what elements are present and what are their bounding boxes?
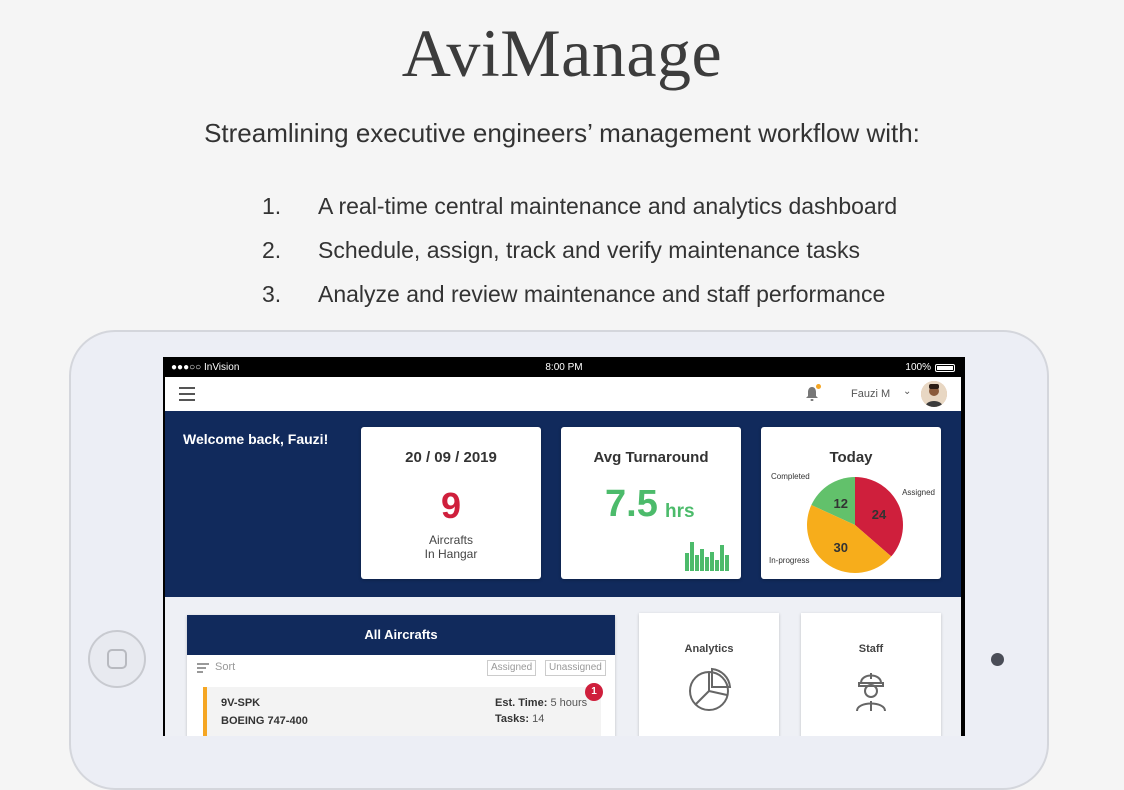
pie-chart-icon: [689, 667, 732, 711]
turnaround-card[interactable]: Avg Turnaround 7.5 hrs: [561, 427, 741, 579]
turnaround-title: Avg Turnaround: [593, 449, 709, 466]
pie-value-label: 12: [833, 496, 847, 511]
sort-row: Sort Assigned Unassigned: [187, 655, 615, 681]
dashboard-lower: All Aircrafts Sort Assigned Unassigned 9…: [165, 597, 961, 736]
est-time: Est. Time: 5 hours: [495, 697, 587, 709]
mini-bar: [725, 555, 729, 571]
filter-unassigned[interactable]: Unassigned: [545, 660, 606, 676]
status-battery-text: 100%: [905, 362, 931, 373]
status-battery-group: 100%: [905, 362, 955, 373]
aircraft-count-label: Aircrafts In Hangar: [361, 533, 541, 561]
feature-list: 1. A real-time central maintenance and a…: [262, 184, 962, 316]
pie-category-label: Assigned: [902, 488, 935, 497]
tablet-camera: [991, 653, 1004, 666]
feature-item: 3. Analyze and review maintenance and st…: [262, 272, 962, 316]
pie-category-label: In-progress: [769, 556, 809, 565]
feature-text: Schedule, assign, track and verify maint…: [318, 236, 861, 263]
task-count: Tasks: 14: [495, 713, 544, 725]
analytics-tile[interactable]: Analytics: [639, 613, 779, 736]
sort-button[interactable]: Sort: [215, 661, 235, 673]
aircraft-registration: 9V-SPK: [221, 697, 261, 709]
est-time-label: Est. Time:: [495, 697, 548, 709]
battery-icon: [935, 363, 955, 372]
hamburger-icon[interactable]: [179, 387, 195, 401]
aircraft-count-label-line2: In Hangar: [424, 547, 478, 561]
aircraft-list-item[interactable]: 9V-SPK BOEING 747-400 Est. Time: 5 hours…: [203, 687, 601, 736]
mini-bar: [690, 542, 694, 571]
status-time: 8:00 PM: [545, 362, 583, 373]
turnaround-unit: hrs: [665, 501, 695, 522]
feature-number: 2.: [262, 236, 282, 263]
aircraft-count-label-line1: Aircrafts: [428, 533, 473, 547]
mini-bar: [715, 560, 719, 571]
mini-bar: [685, 553, 689, 571]
feature-item: 2. Schedule, assign, track and verify ma…: [262, 228, 962, 272]
turnaround-value: 7.5: [605, 483, 658, 525]
staff-tile[interactable]: Staff: [801, 613, 941, 736]
app-bar: Fauzi M ⌄: [165, 377, 961, 411]
today-card[interactable]: Today 12 Completed 24 Assigned 30 In-progress: [761, 427, 941, 579]
mini-bar: [705, 557, 709, 571]
hangar-card[interactable]: 20 / 09 / 2019 9 Aircrafts In Hangar: [361, 427, 541, 579]
today-pie-chart: 12 Completed 24 Assigned 30 In-progress: [769, 472, 935, 574]
task-count-label: Tasks:: [495, 713, 530, 725]
analytics-label: Analytics: [684, 643, 734, 655]
page-title: AviManage: [401, 15, 723, 91]
task-count-value: 14: [532, 713, 545, 725]
feature-number: 3.: [262, 280, 282, 307]
tablet-screen: ●●●○○ InVision 8:00 PM 100% Fauzi M ⌄ We…: [163, 357, 965, 736]
notification-badge: 1: [585, 683, 603, 701]
mini-bar: [695, 555, 699, 571]
mini-bar: [700, 549, 704, 571]
home-button-icon: [107, 649, 127, 669]
pie-value-label: 24: [872, 507, 887, 522]
welcome-message: Welcome back, Fauzi!: [183, 431, 329, 447]
tablet-home-button[interactable]: [88, 630, 146, 688]
current-date: 20 / 09 / 2019: [405, 449, 497, 466]
status-bar: ●●●○○ InVision 8:00 PM 100%: [163, 357, 965, 377]
aircraft-count: 9: [440, 485, 462, 526]
dashboard-summary: Welcome back, Fauzi! 20 / 09 / 2019 9 Ai…: [165, 411, 961, 597]
chevron-down-icon[interactable]: ⌄: [903, 386, 911, 397]
panel-title: All Aircrafts: [187, 615, 615, 655]
feature-text: Analyze and review maintenance and staff…: [318, 280, 886, 307]
feature-number: 1.: [262, 192, 282, 219]
bell-icon[interactable]: [805, 384, 821, 402]
page-subtitle: Streamlining executive engineers’ manage…: [204, 118, 920, 148]
est-time-value: 5 hours: [550, 697, 588, 709]
sort-icon[interactable]: [197, 663, 209, 673]
all-aircrafts-panel: All Aircrafts Sort Assigned Unassigned 9…: [187, 615, 615, 736]
filter-assigned[interactable]: Assigned: [487, 660, 537, 676]
avatar[interactable]: [921, 381, 947, 407]
feature-item: 1. A real-time central maintenance and a…: [262, 184, 962, 228]
user-name[interactable]: Fauzi M: [851, 388, 890, 400]
engineer-icon: [856, 673, 886, 712]
feature-text: A real-time central maintenance and anal…: [318, 192, 898, 219]
notification-dot: [816, 384, 821, 389]
mini-bar: [710, 552, 714, 571]
aircraft-model: BOEING 747-400: [221, 715, 308, 727]
pie-value-label: 30: [833, 540, 847, 555]
mini-bar: [720, 545, 724, 571]
bar-chart-icon: [685, 539, 729, 571]
staff-label: Staff: [858, 643, 884, 655]
pie-category-label: Completed: [771, 472, 810, 481]
